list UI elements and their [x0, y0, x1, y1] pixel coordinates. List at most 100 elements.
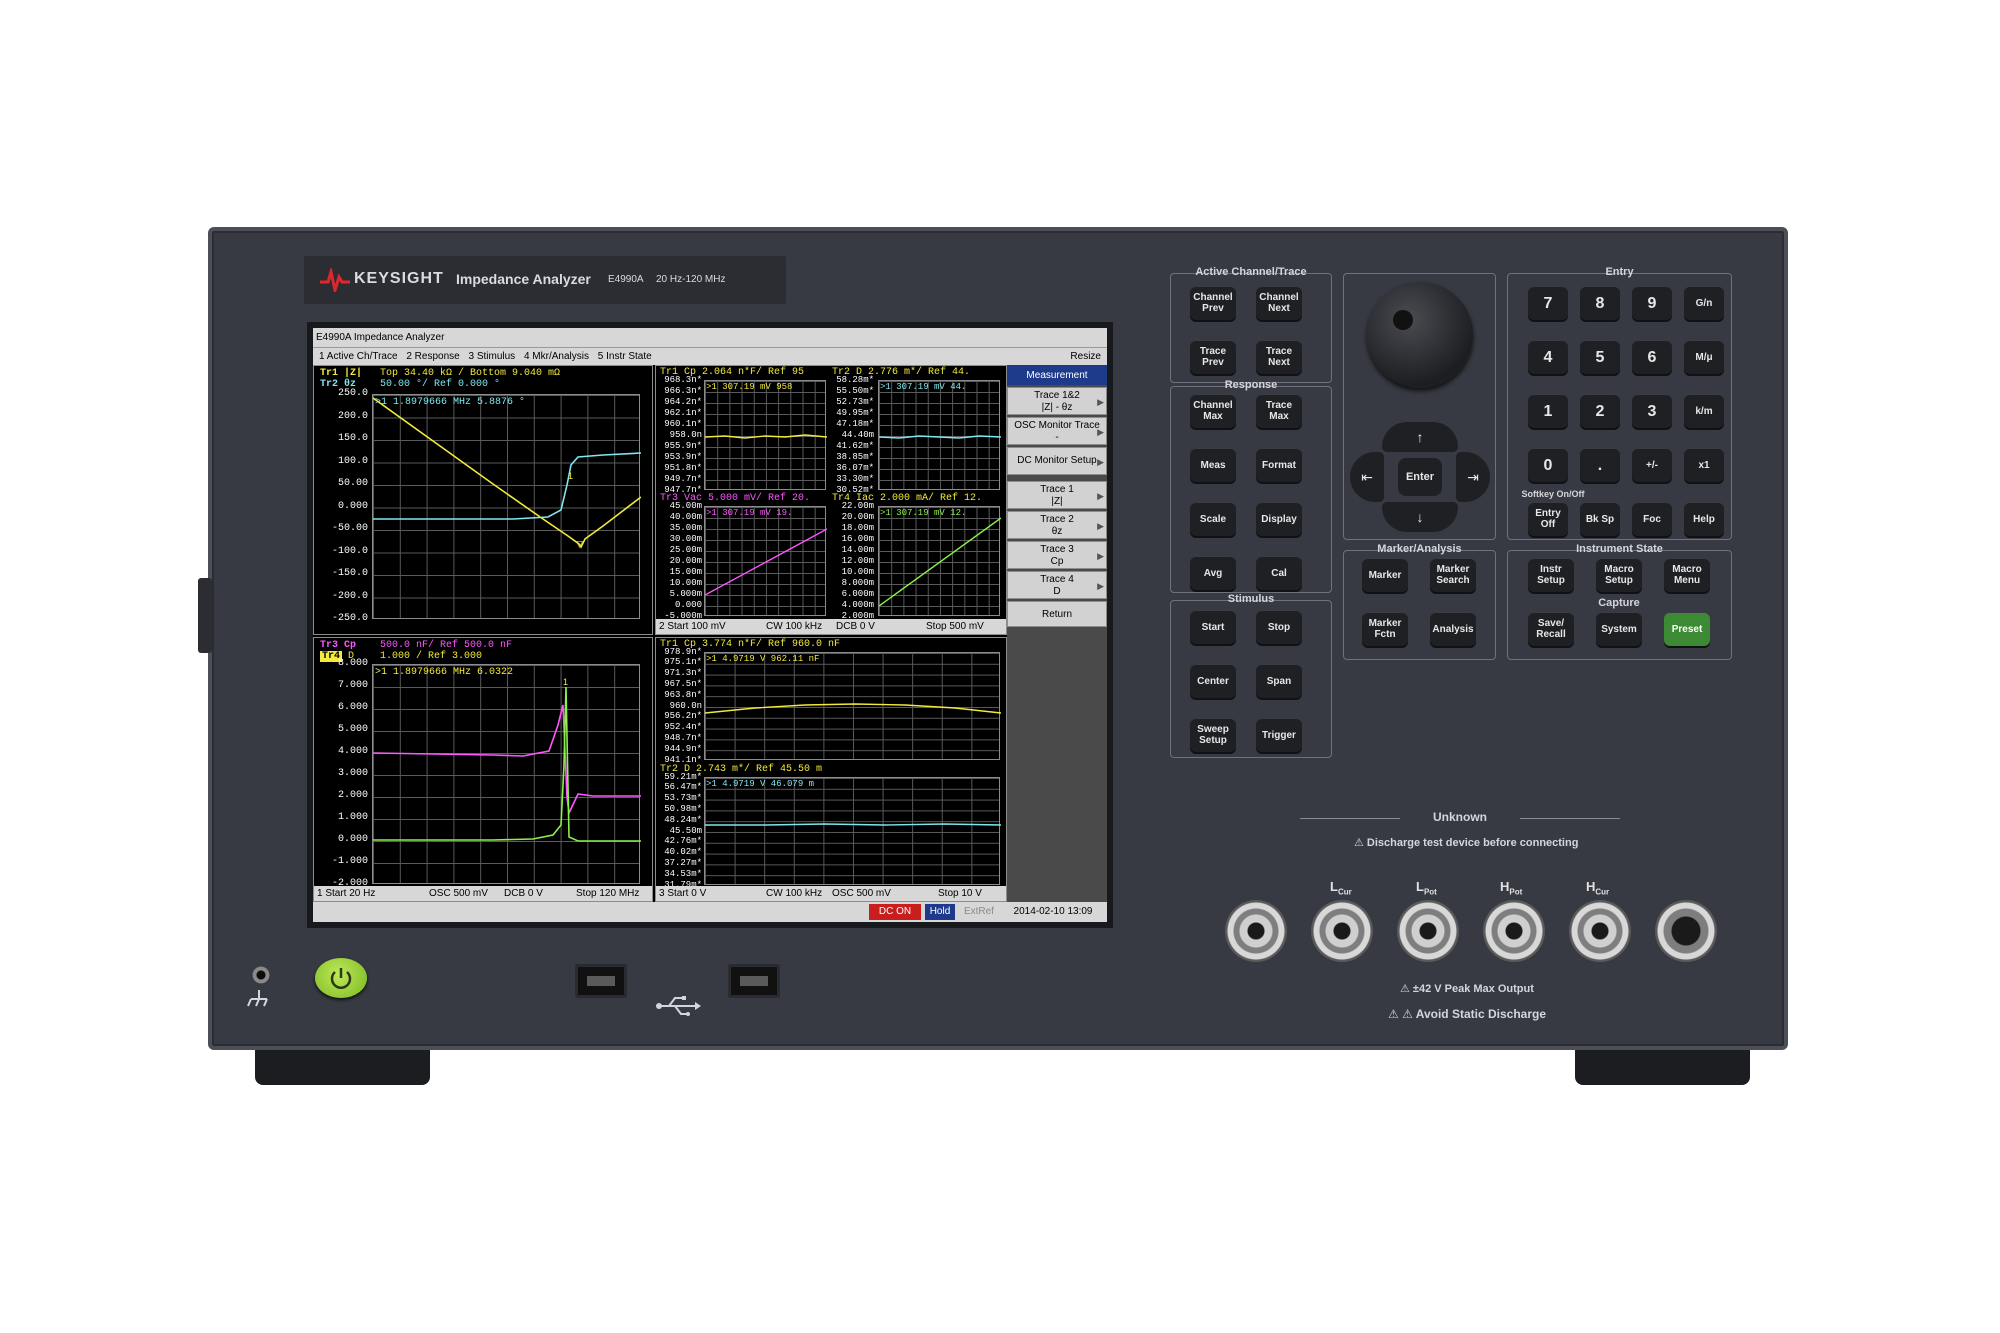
y-tick-label: 14.00m [841, 544, 874, 555]
entry-key[interactable]: 7 [1528, 286, 1568, 320]
trace-max-key[interactable]: Trace Max [1256, 394, 1302, 428]
channel-max-key[interactable]: Channel Max [1190, 394, 1236, 428]
ch1b-plot[interactable]: 1 >1 1.8979666 MHz 6.0322 [372, 664, 641, 884]
entry-key[interactable]: 8 [1580, 286, 1620, 320]
y-tick-label: 30.00m [669, 533, 702, 544]
menu-response[interactable]: 2 Response [406, 348, 459, 366]
entry-function-key[interactable]: Foc [1632, 502, 1672, 536]
usb-port-1[interactable] [575, 964, 627, 998]
entry-key[interactable]: 5 [1580, 340, 1620, 374]
entry-key[interactable]: +/- [1632, 448, 1672, 482]
menu-active-ch[interactable]: 1 Active Ch/Trace [319, 348, 398, 366]
hcur-connector[interactable] [1569, 900, 1631, 962]
menu-stimulus[interactable]: 3 Stimulus [469, 348, 516, 366]
trace-prev-key[interactable]: Trace Prev [1190, 340, 1236, 374]
entry-function-key[interactable]: Entry Off [1528, 502, 1568, 536]
entry-key[interactable]: 4 [1528, 340, 1568, 374]
ch2-dcb: DCB 0 V [836, 621, 875, 632]
guard-connector-right[interactable] [1655, 900, 1717, 962]
y-tick-label: 958.0n [669, 429, 702, 440]
ch3-tr1-plot[interactable]: >1 4.9719 V 962.11 nF [704, 652, 1001, 760]
lpot-connector[interactable] [1397, 900, 1459, 962]
instr-setup-key[interactable]: Instr Setup [1528, 558, 1574, 592]
menu-instr-state[interactable]: 5 Instr State [598, 348, 652, 366]
stop-key[interactable]: Stop [1256, 610, 1302, 644]
cal-key[interactable]: Cal [1256, 556, 1302, 590]
ch3-tr2-plot[interactable]: >1 4.9719 V 46.079 m [704, 777, 1001, 885]
marker-fctn-key[interactable]: Marker Fctn [1362, 612, 1408, 646]
usb-port-2[interactable] [728, 964, 780, 998]
lcur-connector[interactable] [1311, 900, 1373, 962]
channel2[interactable]: Tr1 Cp 2.064 n*F/ Ref 95 968.3n* 966.3n* 9… [655, 365, 1007, 635]
analysis-key[interactable]: Analysis [1430, 612, 1476, 646]
span-key[interactable]: Span [1256, 664, 1302, 698]
center-key[interactable]: Center [1190, 664, 1236, 698]
marker-key[interactable]: Marker [1362, 558, 1408, 592]
softkey-item[interactable]: Trace 2 θz ▶ [1007, 511, 1107, 539]
start-key[interactable]: Start [1190, 610, 1236, 644]
ch2-tr4-plot[interactable]: >1 307.19 mV 12. [878, 506, 1001, 616]
softkey-item[interactable]: Trace 1&2 |Z| - θz ▶ [1007, 387, 1107, 415]
arrow-down-key[interactable]: ↓ [1382, 502, 1458, 532]
entry-key[interactable]: k/m [1684, 394, 1724, 428]
channel3[interactable]: Tr1 Cp 3.774 n*F/ Ref 960.0 nF 978.9n* 97… [655, 637, 1007, 902]
ch2-tr2-plot[interactable]: >1 307.19 mV 44. [878, 380, 1001, 490]
entry-function-key[interactable]: Help [1684, 502, 1724, 536]
entry-function-key[interactable]: Bk Sp [1580, 502, 1620, 536]
power-button[interactable] [315, 958, 367, 998]
hpot-connector[interactable] [1483, 900, 1545, 962]
preset-key[interactable]: Preset [1664, 612, 1710, 646]
trigger-key[interactable]: Trigger [1256, 718, 1302, 752]
softkey-item[interactable]: DC Monitor Setup ▶ [1007, 447, 1107, 475]
ch2-tr1-plot[interactable]: >1 307.19 mV 958 [704, 380, 827, 490]
y-tick-label: 36.07m* [836, 462, 874, 473]
channel-next-key[interactable]: Channel Next [1256, 286, 1302, 320]
ch1-plot[interactable]: 1 ▽ >1 1.8979666 MHz 5.8876 ° [372, 394, 641, 619]
knob-dimple [1393, 310, 1413, 330]
entry-key[interactable]: . [1580, 448, 1620, 482]
ch2-tr3-plot[interactable]: >1 307.19 mV 19. [704, 506, 827, 616]
resize-button[interactable]: Resize [1070, 348, 1101, 366]
trace-next-key[interactable]: Trace Next [1256, 340, 1302, 374]
system-key[interactable]: System [1596, 612, 1642, 646]
softkey-item[interactable]: Trace 4 D ▶ [1007, 571, 1107, 599]
display-key[interactable]: Display [1256, 502, 1302, 536]
save-recall-key[interactable]: Save/ Recall [1528, 612, 1574, 646]
macro-menu-key[interactable]: Macro Menu [1664, 558, 1710, 592]
entry-key[interactable]: M/μ [1684, 340, 1724, 374]
rotary-knob[interactable] [1367, 282, 1473, 388]
macro-setup-key[interactable]: Macro Setup [1596, 558, 1642, 592]
entry-key[interactable]: 2 [1580, 394, 1620, 428]
menu-mkr-analysis[interactable]: 4 Mkr/Analysis [524, 348, 589, 366]
format-key[interactable]: Format [1256, 448, 1302, 482]
sweep-setup-key[interactable]: Sweep Setup [1190, 718, 1236, 752]
softkey-item[interactable]: Trace 3 Cp ▶ [1007, 541, 1107, 569]
channel1-bottom[interactable]: Tr3 Cp 500.0 nF/ Ref 500.0 nF Tr4 D 1.00… [313, 637, 653, 902]
channel-prev-key[interactable]: Channel Prev [1190, 286, 1236, 320]
ground-icon [247, 990, 268, 1007]
softkey-item[interactable]: OSC Monitor Trace - ▶ [1007, 417, 1107, 445]
arrow-up-key[interactable]: ↑ [1382, 422, 1458, 452]
entry-key[interactable]: 3 [1632, 394, 1672, 428]
enter-key[interactable]: Enter [1398, 458, 1442, 496]
softkey-item[interactable]: Trace 1 |Z| ▶ [1007, 481, 1107, 509]
avg-key[interactable]: Avg [1190, 556, 1236, 590]
entry-key[interactable]: 9 [1632, 286, 1672, 320]
entry-key[interactable]: G/n [1684, 286, 1724, 320]
softkey-item[interactable]: Return [1007, 601, 1107, 627]
entry-key[interactable]: 0 [1528, 448, 1568, 482]
entry-key[interactable]: x1 [1684, 448, 1724, 482]
channel1-top[interactable]: Tr1 |Z| Top 34.40 kΩ / Bottom 9.040 mΩ T… [313, 365, 653, 635]
y-tick-label: -50.00 [331, 523, 368, 534]
marker-search-key[interactable]: Marker Search [1430, 558, 1476, 592]
y-tick-label: 56.47m* [664, 782, 702, 793]
entry-key[interactable]: 6 [1632, 340, 1672, 374]
scale-key[interactable]: Scale [1190, 502, 1236, 536]
y-tick-label: 0.000 [337, 500, 368, 512]
meas-key[interactable]: Meas [1190, 448, 1236, 482]
ch2-tr3-marker: >1 307.19 mV 19. [706, 508, 793, 518]
display-screen[interactable]: E4990A Impedance Analyzer 1 Active Ch/Tr… [307, 322, 1113, 928]
guard-connector-left[interactable] [1225, 900, 1287, 962]
ground-jack[interactable] [252, 966, 270, 984]
entry-key[interactable]: 1 [1528, 394, 1568, 428]
